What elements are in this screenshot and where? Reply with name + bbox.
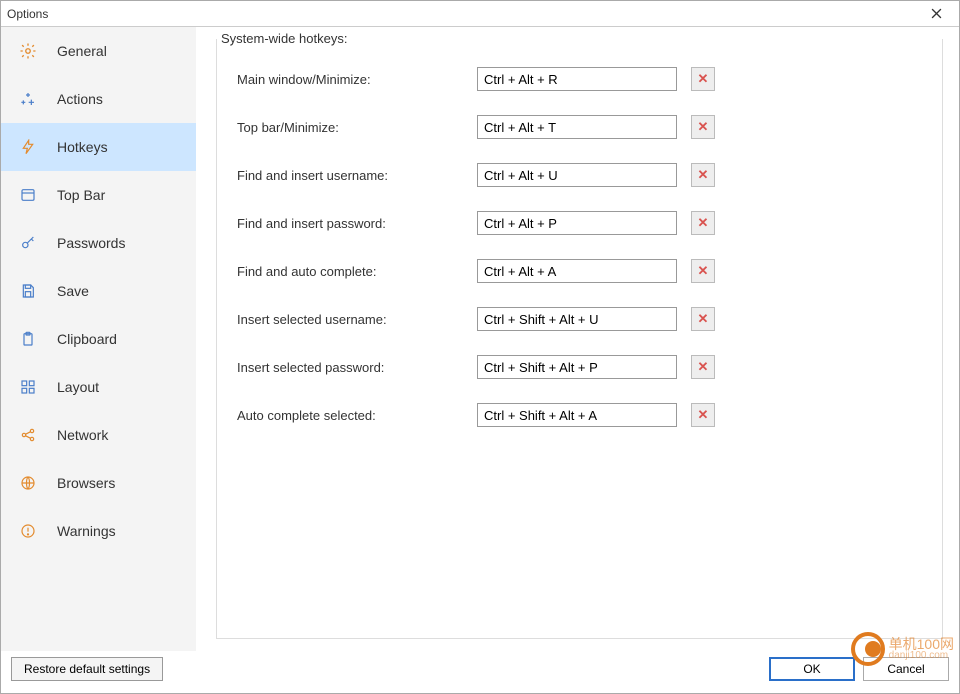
- hotkey-rows: Main window/Minimize: ✕ Top bar/Minimize…: [217, 39, 942, 427]
- clear-hotkey-button[interactable]: ✕: [691, 307, 715, 331]
- x-icon: ✕: [698, 215, 709, 231]
- hotkey-row-main-window: Main window/Minimize: ✕: [237, 67, 922, 91]
- hotkey-row-find-username: Find and insert username: ✕: [237, 163, 922, 187]
- save-icon: [19, 282, 37, 300]
- hotkey-input-insert-username[interactable]: [477, 307, 677, 331]
- globe-icon: [19, 474, 37, 492]
- sidebar-item-hotkeys[interactable]: Hotkeys: [1, 123, 196, 171]
- topbar-icon: [19, 186, 37, 204]
- sidebar-item-clipboard[interactable]: Clipboard: [1, 315, 196, 363]
- x-icon: ✕: [698, 311, 709, 327]
- sidebar-item-label: Clipboard: [57, 331, 117, 347]
- hotkey-row-insert-password: Insert selected password: ✕: [237, 355, 922, 379]
- hotkey-input-find-username[interactable]: [477, 163, 677, 187]
- hotkey-label: Main window/Minimize:: [237, 72, 477, 87]
- grid-icon: [19, 378, 37, 396]
- section-title: System-wide hotkeys:: [217, 31, 351, 46]
- warning-icon: [19, 522, 37, 540]
- x-icon: ✕: [698, 167, 709, 183]
- sidebar-item-browsers[interactable]: Browsers: [1, 459, 196, 507]
- clear-hotkey-button[interactable]: ✕: [691, 67, 715, 91]
- clipboard-icon: [19, 330, 37, 348]
- hotkey-input-autocomplete-selected[interactable]: [477, 403, 677, 427]
- dialog-body: General Actions Hotkeys Top Bar: [1, 27, 959, 651]
- hotkey-label: Find and auto complete:: [237, 264, 477, 279]
- sidebar-item-label: Top Bar: [57, 187, 105, 203]
- sidebar-item-label: Passwords: [57, 235, 125, 251]
- hotkey-input-find-autocomplete[interactable]: [477, 259, 677, 283]
- gear-icon: [19, 42, 37, 60]
- x-icon: ✕: [698, 71, 709, 87]
- main-panel: System-wide hotkeys: Main window/Minimiz…: [196, 27, 959, 651]
- hotkey-input-insert-password[interactable]: [477, 355, 677, 379]
- sparkle-icon: [19, 90, 37, 108]
- hotkey-row-autocomplete-selected: Auto complete selected: ✕: [237, 403, 922, 427]
- x-icon: ✕: [698, 263, 709, 279]
- x-icon: ✕: [698, 407, 709, 423]
- hotkey-input-main-window[interactable]: [477, 67, 677, 91]
- sidebar-item-save[interactable]: Save: [1, 267, 196, 315]
- cancel-button[interactable]: Cancel: [863, 657, 949, 681]
- clear-hotkey-button[interactable]: ✕: [691, 115, 715, 139]
- sidebar-item-actions[interactable]: Actions: [1, 75, 196, 123]
- hotkey-label: Top bar/Minimize:: [237, 120, 477, 135]
- sidebar-item-label: Hotkeys: [57, 139, 108, 155]
- hotkey-label: Find and insert password:: [237, 216, 477, 231]
- titlebar: Options: [1, 1, 959, 27]
- key-icon: [19, 234, 37, 252]
- x-icon: ✕: [698, 119, 709, 135]
- hotkey-label: Auto complete selected:: [237, 408, 477, 423]
- hotkeys-panel: System-wide hotkeys: Main window/Minimiz…: [216, 39, 943, 639]
- sidebar-item-label: Layout: [57, 379, 99, 395]
- sidebar-item-layout[interactable]: Layout: [1, 363, 196, 411]
- hotkey-row-insert-username: Insert selected username: ✕: [237, 307, 922, 331]
- hotkey-row-find-password: Find and insert password: ✕: [237, 211, 922, 235]
- sidebar: General Actions Hotkeys Top Bar: [1, 27, 196, 651]
- sidebar-item-label: Save: [57, 283, 89, 299]
- hotkey-label: Find and insert username:: [237, 168, 477, 183]
- sidebar-item-general[interactable]: General: [1, 27, 196, 75]
- hotkey-input-find-password[interactable]: [477, 211, 677, 235]
- lightning-icon: [19, 138, 37, 156]
- sidebar-item-label: Network: [57, 427, 108, 443]
- clear-hotkey-button[interactable]: ✕: [691, 259, 715, 283]
- close-button[interactable]: [914, 1, 959, 26]
- window-title: Options: [7, 7, 48, 21]
- clear-hotkey-button[interactable]: ✕: [691, 403, 715, 427]
- restore-defaults-button[interactable]: Restore default settings: [11, 657, 163, 681]
- sidebar-item-label: Warnings: [57, 523, 116, 539]
- options-window: Options General Actions: [0, 0, 960, 694]
- x-icon: ✕: [698, 359, 709, 375]
- ok-button[interactable]: OK: [769, 657, 855, 681]
- close-icon: [931, 8, 942, 19]
- clear-hotkey-button[interactable]: ✕: [691, 211, 715, 235]
- footer-right-buttons: OK Cancel: [769, 657, 949, 681]
- clear-hotkey-button[interactable]: ✕: [691, 355, 715, 379]
- clear-hotkey-button[interactable]: ✕: [691, 163, 715, 187]
- hotkey-row-top-bar: Top bar/Minimize: ✕: [237, 115, 922, 139]
- sidebar-item-warnings[interactable]: Warnings: [1, 507, 196, 555]
- sidebar-item-network[interactable]: Network: [1, 411, 196, 459]
- dialog-footer: Restore default settings OK Cancel: [1, 651, 959, 693]
- sidebar-item-label: Actions: [57, 91, 103, 107]
- hotkey-label: Insert selected username:: [237, 312, 477, 327]
- hotkey-input-top-bar[interactable]: [477, 115, 677, 139]
- sidebar-item-label: General: [57, 43, 107, 59]
- sidebar-item-topbar[interactable]: Top Bar: [1, 171, 196, 219]
- hotkey-label: Insert selected password:: [237, 360, 477, 375]
- share-icon: [19, 426, 37, 444]
- hotkey-row-find-autocomplete: Find and auto complete: ✕: [237, 259, 922, 283]
- sidebar-item-passwords[interactable]: Passwords: [1, 219, 196, 267]
- sidebar-item-label: Browsers: [57, 475, 115, 491]
